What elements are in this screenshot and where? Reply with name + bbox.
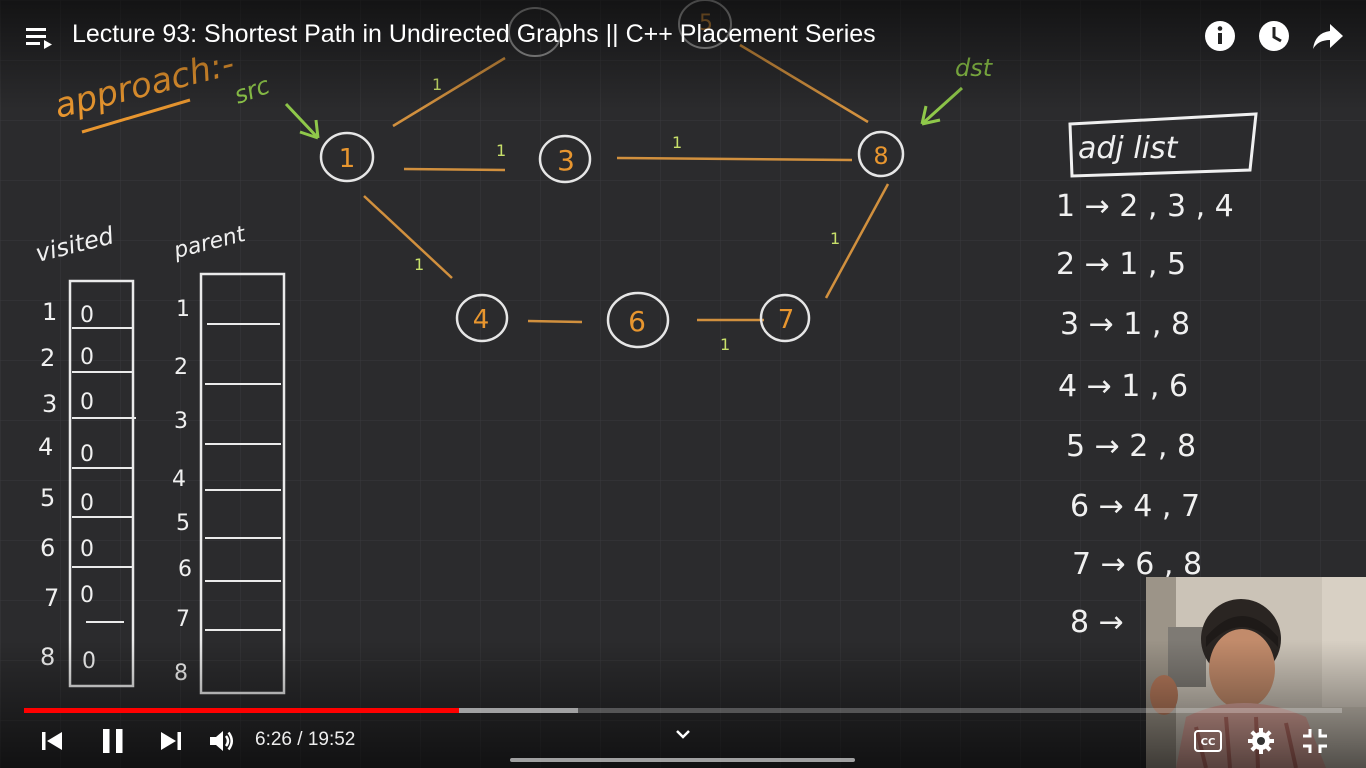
svg-text:6: 6 xyxy=(628,305,646,338)
chevron-down-icon[interactable] xyxy=(674,728,692,747)
svg-text:7: 7 xyxy=(778,305,795,335)
edge-weight-1-4: 1 xyxy=(414,255,424,274)
volume-icon[interactable] xyxy=(208,728,236,759)
svg-text:2: 2 xyxy=(40,344,55,372)
edge-weight-6-7: 1 xyxy=(720,335,730,354)
adj-row-5: 5 → 2 , 8 xyxy=(1066,429,1196,464)
captions-icon[interactable]: CC xyxy=(1194,730,1222,757)
svg-text:5: 5 xyxy=(176,511,190,536)
svg-text:CC: CC xyxy=(1201,737,1216,748)
svg-text:0: 0 xyxy=(80,303,94,328)
svg-text:0: 0 xyxy=(82,649,96,674)
edge-weight-7-8: 1 xyxy=(830,229,840,248)
dst-label: dst xyxy=(955,54,994,82)
svg-text:3: 3 xyxy=(174,409,188,434)
svg-text:6: 6 xyxy=(178,557,192,582)
edge-weight-1-3: 1 xyxy=(496,141,506,160)
exit-fullscreen-icon[interactable] xyxy=(1301,727,1329,760)
svg-text:8: 8 xyxy=(40,643,55,671)
adj-row-3: 3 → 1 , 8 xyxy=(1060,307,1190,342)
svg-text:5: 5 xyxy=(40,484,55,512)
adj-row-4: 4 → 1 , 6 xyxy=(1058,369,1188,404)
adj-header: adj list xyxy=(1078,131,1179,166)
svg-text:1: 1 xyxy=(42,298,57,326)
svg-text:1: 1 xyxy=(339,144,356,174)
gear-icon[interactable] xyxy=(1247,727,1275,760)
adj-row-8: 8 → xyxy=(1070,605,1124,640)
clock-icon[interactable] xyxy=(1258,20,1290,52)
played-bar xyxy=(24,708,459,713)
svg-text:0: 0 xyxy=(80,583,94,608)
svg-text:1: 1 xyxy=(176,297,190,322)
svg-text:0: 0 xyxy=(80,537,94,562)
edge-weight-1-2: 1 xyxy=(432,75,442,94)
info-icon[interactable] xyxy=(1204,20,1236,52)
svg-text:8: 8 xyxy=(174,661,188,686)
svg-text:3: 3 xyxy=(557,144,575,177)
svg-text:7: 7 xyxy=(44,584,59,612)
svg-text:6: 6 xyxy=(40,534,55,562)
svg-text:8: 8 xyxy=(873,142,888,170)
drag-handle[interactable] xyxy=(510,758,855,762)
adj-row-2: 2 → 1 , 5 xyxy=(1056,247,1186,282)
next-icon[interactable] xyxy=(157,729,183,758)
svg-text:0: 0 xyxy=(80,442,94,467)
svg-text:4: 4 xyxy=(38,433,53,461)
svg-text:4: 4 xyxy=(172,467,186,492)
adj-row-1: 1 → 2 , 3 , 4 xyxy=(1056,189,1234,224)
svg-text:0: 0 xyxy=(80,390,94,415)
pause-icon[interactable] xyxy=(100,727,126,760)
svg-text:3: 3 xyxy=(42,390,57,418)
playlist-icon[interactable] xyxy=(26,26,54,50)
previous-icon[interactable] xyxy=(40,729,66,758)
svg-text:0: 0 xyxy=(80,491,94,516)
svg-text:4: 4 xyxy=(473,305,490,335)
time-display: 6:26 / 19:52 xyxy=(255,729,356,750)
progress-bar[interactable] xyxy=(24,708,1342,713)
video-title[interactable]: Lecture 93: Shortest Path in Undirected … xyxy=(72,20,876,49)
adj-row-6: 6 → 4 , 7 xyxy=(1070,489,1200,524)
edge-weight-3-8: 1 xyxy=(672,133,682,152)
svg-text:7: 7 xyxy=(176,607,190,632)
svg-text:0: 0 xyxy=(80,345,94,370)
svg-text:2: 2 xyxy=(174,355,188,380)
share-icon[interactable] xyxy=(1312,20,1344,52)
